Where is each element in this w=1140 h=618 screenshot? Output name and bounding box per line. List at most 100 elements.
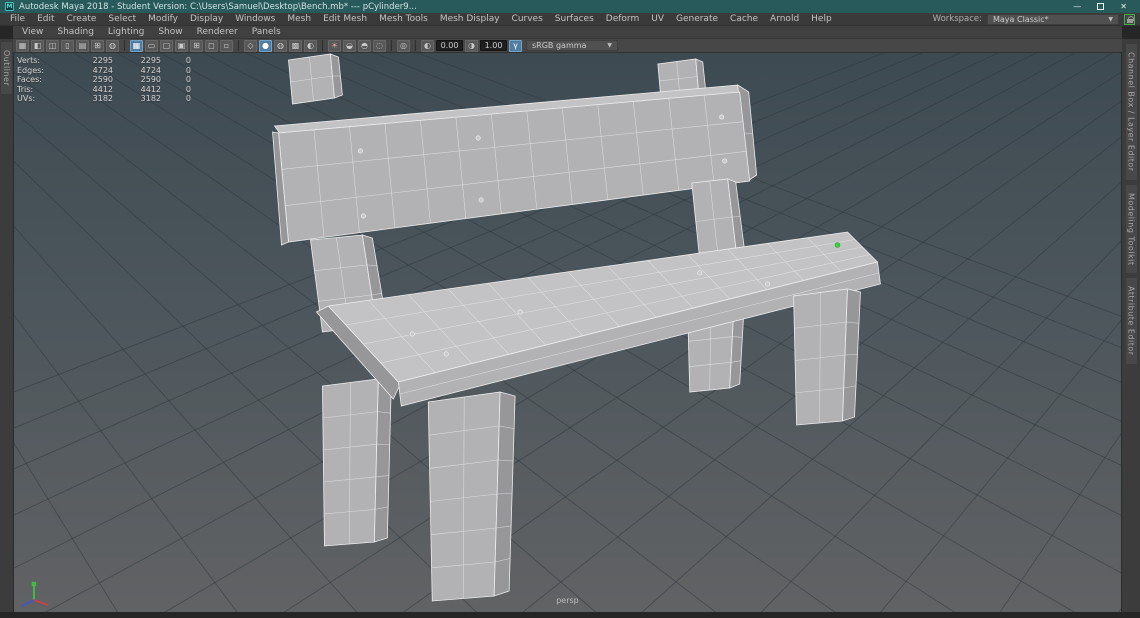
hud-count-selected: 4724 — [113, 66, 161, 76]
menu-help[interactable]: Help — [805, 14, 838, 24]
camera-attributes-icon[interactable]: ◫ — [46, 40, 59, 52]
select-camera-icon[interactable]: ▦ — [16, 40, 29, 52]
gamma-correct-icon[interactable]: γ — [509, 40, 522, 52]
lock-camera-icon[interactable]: ◧ — [31, 40, 44, 52]
window-bottom-edge — [0, 612, 1140, 618]
colorspace-value: sRGB gamma — [532, 41, 586, 50]
exposure-icon[interactable]: ◐ — [421, 40, 434, 52]
chevron-down-icon: ▼ — [607, 42, 612, 49]
hud-count-selected: 2295 — [113, 56, 161, 66]
camera-label: persp — [14, 596, 1121, 605]
oversampling-icon[interactable]: ◍ — [106, 40, 119, 52]
safe-title-icon[interactable]: ▫ — [220, 40, 233, 52]
toolbar-divider — [415, 40, 416, 51]
menu-cache[interactable]: Cache — [724, 14, 764, 24]
workspace-area: Workspace: Maya Classic* ▼ — [933, 14, 1140, 25]
menu-curves[interactable]: Curves — [506, 14, 549, 24]
panel-menu-show[interactable]: Show — [151, 27, 189, 37]
menu-mesh-display[interactable]: Mesh Display — [434, 14, 506, 24]
hud-label: Tris: — [17, 85, 67, 95]
gate-mask-icon[interactable]: ▣ — [175, 40, 188, 52]
left-dock: Outliner — [0, 39, 13, 612]
field-chart-icon[interactable]: ⊞ — [190, 40, 203, 52]
workspace-dropdown[interactable]: Maya Classic* ▼ — [987, 14, 1119, 25]
resolution-gate-icon[interactable]: ▢ — [160, 40, 173, 52]
menu-arnold[interactable]: Arnold — [764, 14, 805, 24]
toolbar-divider — [238, 40, 239, 51]
hud-count-total: 3182 — [67, 94, 113, 104]
exposure-field[interactable]: 0.00 — [436, 40, 463, 51]
wireframe-icon[interactable]: ◇ — [244, 40, 257, 52]
two-d-pan-zoom-icon[interactable]: ⊞ — [91, 40, 104, 52]
hud-count-selected: 3182 — [113, 94, 161, 104]
shadows-icon[interactable]: ◒ — [343, 40, 356, 52]
hud-label: UVs: — [17, 94, 67, 104]
menu-edit-mesh[interactable]: Edit Mesh — [317, 14, 373, 24]
viewport[interactable]: Verts:229522950Edges:472447240Faces:2590… — [13, 53, 1122, 612]
menu-modify[interactable]: Modify — [142, 14, 184, 24]
hud-label: Edges: — [17, 66, 67, 76]
toolbar-divider — [391, 40, 392, 51]
menu-surfaces[interactable]: Surfaces — [549, 14, 600, 24]
workspace-value: Maya Classic* — [993, 15, 1049, 24]
occlusion-icon[interactable]: ◓ — [358, 40, 371, 52]
chevron-down-icon: ▼ — [1108, 16, 1113, 23]
menu-select[interactable]: Select — [102, 14, 142, 24]
hud-count-component: 0 — [161, 94, 191, 104]
hud-count-total: 4412 — [67, 85, 113, 95]
bookmark-icon[interactable]: ▯ — [61, 40, 74, 52]
hud-label: Verts: — [17, 56, 67, 66]
menu-create[interactable]: Create — [61, 14, 103, 24]
tab-outliner[interactable]: Outliner — [1, 42, 12, 94]
panel-menu-lighting[interactable]: Lighting — [101, 27, 151, 37]
menu-mesh[interactable]: Mesh — [281, 14, 317, 24]
hud-count-component: 0 — [161, 66, 191, 76]
workspace-lock-icon[interactable] — [1124, 14, 1135, 25]
gamma-field[interactable]: 1.00 — [480, 40, 507, 51]
gamma-icon[interactable]: ◑ — [465, 40, 478, 52]
restore-button[interactable] — [1097, 3, 1104, 10]
safe-action-icon[interactable]: ◻ — [205, 40, 218, 52]
toolbar-divider — [322, 40, 323, 51]
image-plane-icon[interactable]: ▤ — [76, 40, 89, 52]
panel-menu-view[interactable]: View — [15, 27, 50, 37]
tab-modeling-toolkit[interactable]: Modeling Toolkit — [1126, 185, 1137, 273]
title-bar: M Autodesk Maya 2018 - Student Version: … — [0, 0, 1140, 13]
menu-mesh-tools[interactable]: Mesh Tools — [373, 14, 434, 24]
hud-count-selected: 4412 — [113, 85, 161, 95]
menu-display[interactable]: Display — [184, 14, 229, 24]
right-dock: Channel Box / Layer Editor Modeling Toolk… — [1122, 39, 1140, 612]
tab-channel-box-layer-editor[interactable]: Channel Box / Layer Editor — [1126, 44, 1137, 180]
panel-menu-renderer[interactable]: Renderer — [190, 27, 245, 37]
menu-generate[interactable]: Generate — [670, 14, 724, 24]
menu-edit[interactable]: Edit — [31, 14, 60, 24]
textured-icon[interactable]: ▩ — [289, 40, 302, 52]
close-button[interactable]: ✕ — [1120, 2, 1127, 11]
menu-bar: FileEditCreateSelectModifyDisplayWindows… — [0, 13, 1140, 26]
tab-attribute-editor[interactable]: Attribute Editor — [1126, 278, 1137, 364]
poly-count-hud: Verts:229522950Edges:472447240Faces:2590… — [17, 56, 191, 104]
use-default-material-icon[interactable]: ◐ — [304, 40, 317, 52]
hud-label: Faces: — [17, 75, 67, 85]
wireframe-on-shaded-icon[interactable]: ◍ — [274, 40, 287, 52]
workspace-label: Workspace: — [933, 14, 982, 24]
minimize-button[interactable]: — — [1073, 2, 1081, 11]
lights-icon[interactable]: ☀ — [328, 40, 341, 52]
menu-file[interactable]: File — [4, 14, 31, 24]
scene-canvas — [14, 53, 1121, 612]
hud-count-total: 2295 — [67, 56, 113, 66]
smooth-shade-icon[interactable]: ● — [259, 40, 272, 52]
isolate-select-icon[interactable]: ◎ — [397, 40, 410, 52]
panel-toolbar: ▦◧◫▯▤⊞◍▦▭▢▣⊞◻▫◇●◍▩◐☀◒◓◌◎◐0.00◑1.00γsRGB … — [13, 39, 1122, 53]
window-title: Autodesk Maya 2018 - Student Version: C:… — [19, 2, 417, 12]
colorspace-dropdown[interactable]: sRGB gamma ▼ — [526, 40, 618, 51]
panel-menu-panels[interactable]: Panels — [245, 27, 288, 37]
panel-menu-shading[interactable]: Shading — [50, 27, 101, 37]
menu-deform[interactable]: Deform — [600, 14, 645, 24]
film-gate-icon[interactable]: ▭ — [145, 40, 158, 52]
hud-count-total: 2590 — [67, 75, 113, 85]
menu-windows[interactable]: Windows — [229, 14, 281, 24]
menu-uv[interactable]: UV — [645, 14, 670, 24]
grid-icon[interactable]: ▦ — [130, 40, 143, 52]
anti-alias-icon[interactable]: ◌ — [373, 40, 386, 52]
